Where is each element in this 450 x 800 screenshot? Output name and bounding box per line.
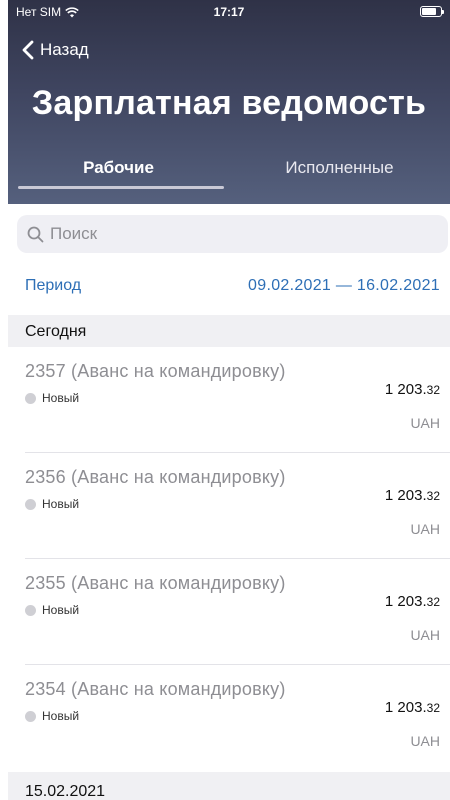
status-bar: Нет SIM 17:17 xyxy=(8,0,450,24)
period-range[interactable]: 09.02.2021 — 16.02.2021 xyxy=(248,277,440,295)
item-amount: 1 203.32 xyxy=(385,487,440,504)
back-button[interactable]: Назад xyxy=(22,40,89,60)
status-label: Новый xyxy=(42,603,80,617)
status-dot-icon xyxy=(25,498,36,510)
item-name: 2356 (Аванс на командировку) xyxy=(25,467,286,487)
list-item[interactable]: 2356 (Аванс на командировку) Новый 1 203… xyxy=(8,453,450,559)
status-badge: Новый xyxy=(25,497,79,511)
item-amount: 1 203.32 xyxy=(385,593,440,610)
status-badge: Новый xyxy=(25,391,79,405)
amount-main: 1 203. xyxy=(384,593,427,610)
status-badge: Новый xyxy=(25,603,79,617)
back-label: Назад xyxy=(40,40,89,59)
amount-main: 1 203. xyxy=(384,699,427,716)
tab-executed[interactable]: Исполненные xyxy=(229,158,450,178)
clock: 17:17 xyxy=(213,5,245,19)
search-placeholder: Поиск xyxy=(50,224,98,243)
period-row: Период 09.02.2021 — 16.02.2021 xyxy=(8,275,450,297)
screen: Нет SIM 17:17 Назад Зарплатная ведомость… xyxy=(8,0,450,800)
status-label: Новый xyxy=(42,709,80,723)
section-title: Сегодня xyxy=(25,323,87,340)
item-currency: UAH xyxy=(410,627,440,643)
item-name: 2355 (Аванс на командировку) xyxy=(25,573,286,593)
search-icon xyxy=(27,226,44,242)
tab-working[interactable]: Рабочие xyxy=(8,158,229,178)
chevron-left-icon xyxy=(22,40,34,60)
battery-icon xyxy=(420,6,444,17)
amount-cents: 32 xyxy=(426,383,440,397)
item-currency: UAH xyxy=(410,415,440,431)
amount-cents: 32 xyxy=(426,595,440,609)
status-label: Новый xyxy=(42,391,80,405)
list-item[interactable]: 2357 (Аванс на командировку) Новый 1 203… xyxy=(8,347,450,453)
amount-main: 1 203. xyxy=(384,381,427,398)
page-title: Зарплатная ведомость xyxy=(31,84,427,122)
item-name: 2354 (Аванс на командировку) xyxy=(25,679,286,699)
search-input[interactable]: Поиск xyxy=(17,215,448,253)
status-label: Новый xyxy=(42,497,80,511)
amount-main: 1 203. xyxy=(384,487,427,504)
item-currency: UAH xyxy=(410,733,440,749)
item-amount: 1 203.32 xyxy=(385,381,440,398)
section-header: 15.02.2021 xyxy=(8,772,450,800)
tab-bar: Рабочие Исполненные xyxy=(8,158,450,198)
amount-cents: 32 xyxy=(426,701,440,715)
period-label[interactable]: Период xyxy=(25,277,81,295)
amount-cents: 32 xyxy=(426,489,440,503)
status-dot-icon xyxy=(25,392,36,404)
list-item[interactable]: 2354 (Аванс на командировку) Новый 1 203… xyxy=(8,665,450,771)
section-header: Сегодня xyxy=(8,315,450,347)
item-name: 2357 (Аванс на командировку) xyxy=(25,361,286,381)
status-dot-icon xyxy=(25,604,36,616)
item-currency: UAH xyxy=(410,521,440,537)
section-title: 15.02.2021 xyxy=(25,783,106,800)
item-amount: 1 203.32 xyxy=(385,699,440,716)
list-item[interactable]: 2355 (Аванс на командировку) Новый 1 203… xyxy=(8,559,450,665)
header: Нет SIM 17:17 Назад Зарплатная ведомость… xyxy=(8,0,450,204)
status-badge: Новый xyxy=(25,709,79,723)
tab-indicator xyxy=(18,186,224,189)
status-dot-icon xyxy=(25,710,36,722)
